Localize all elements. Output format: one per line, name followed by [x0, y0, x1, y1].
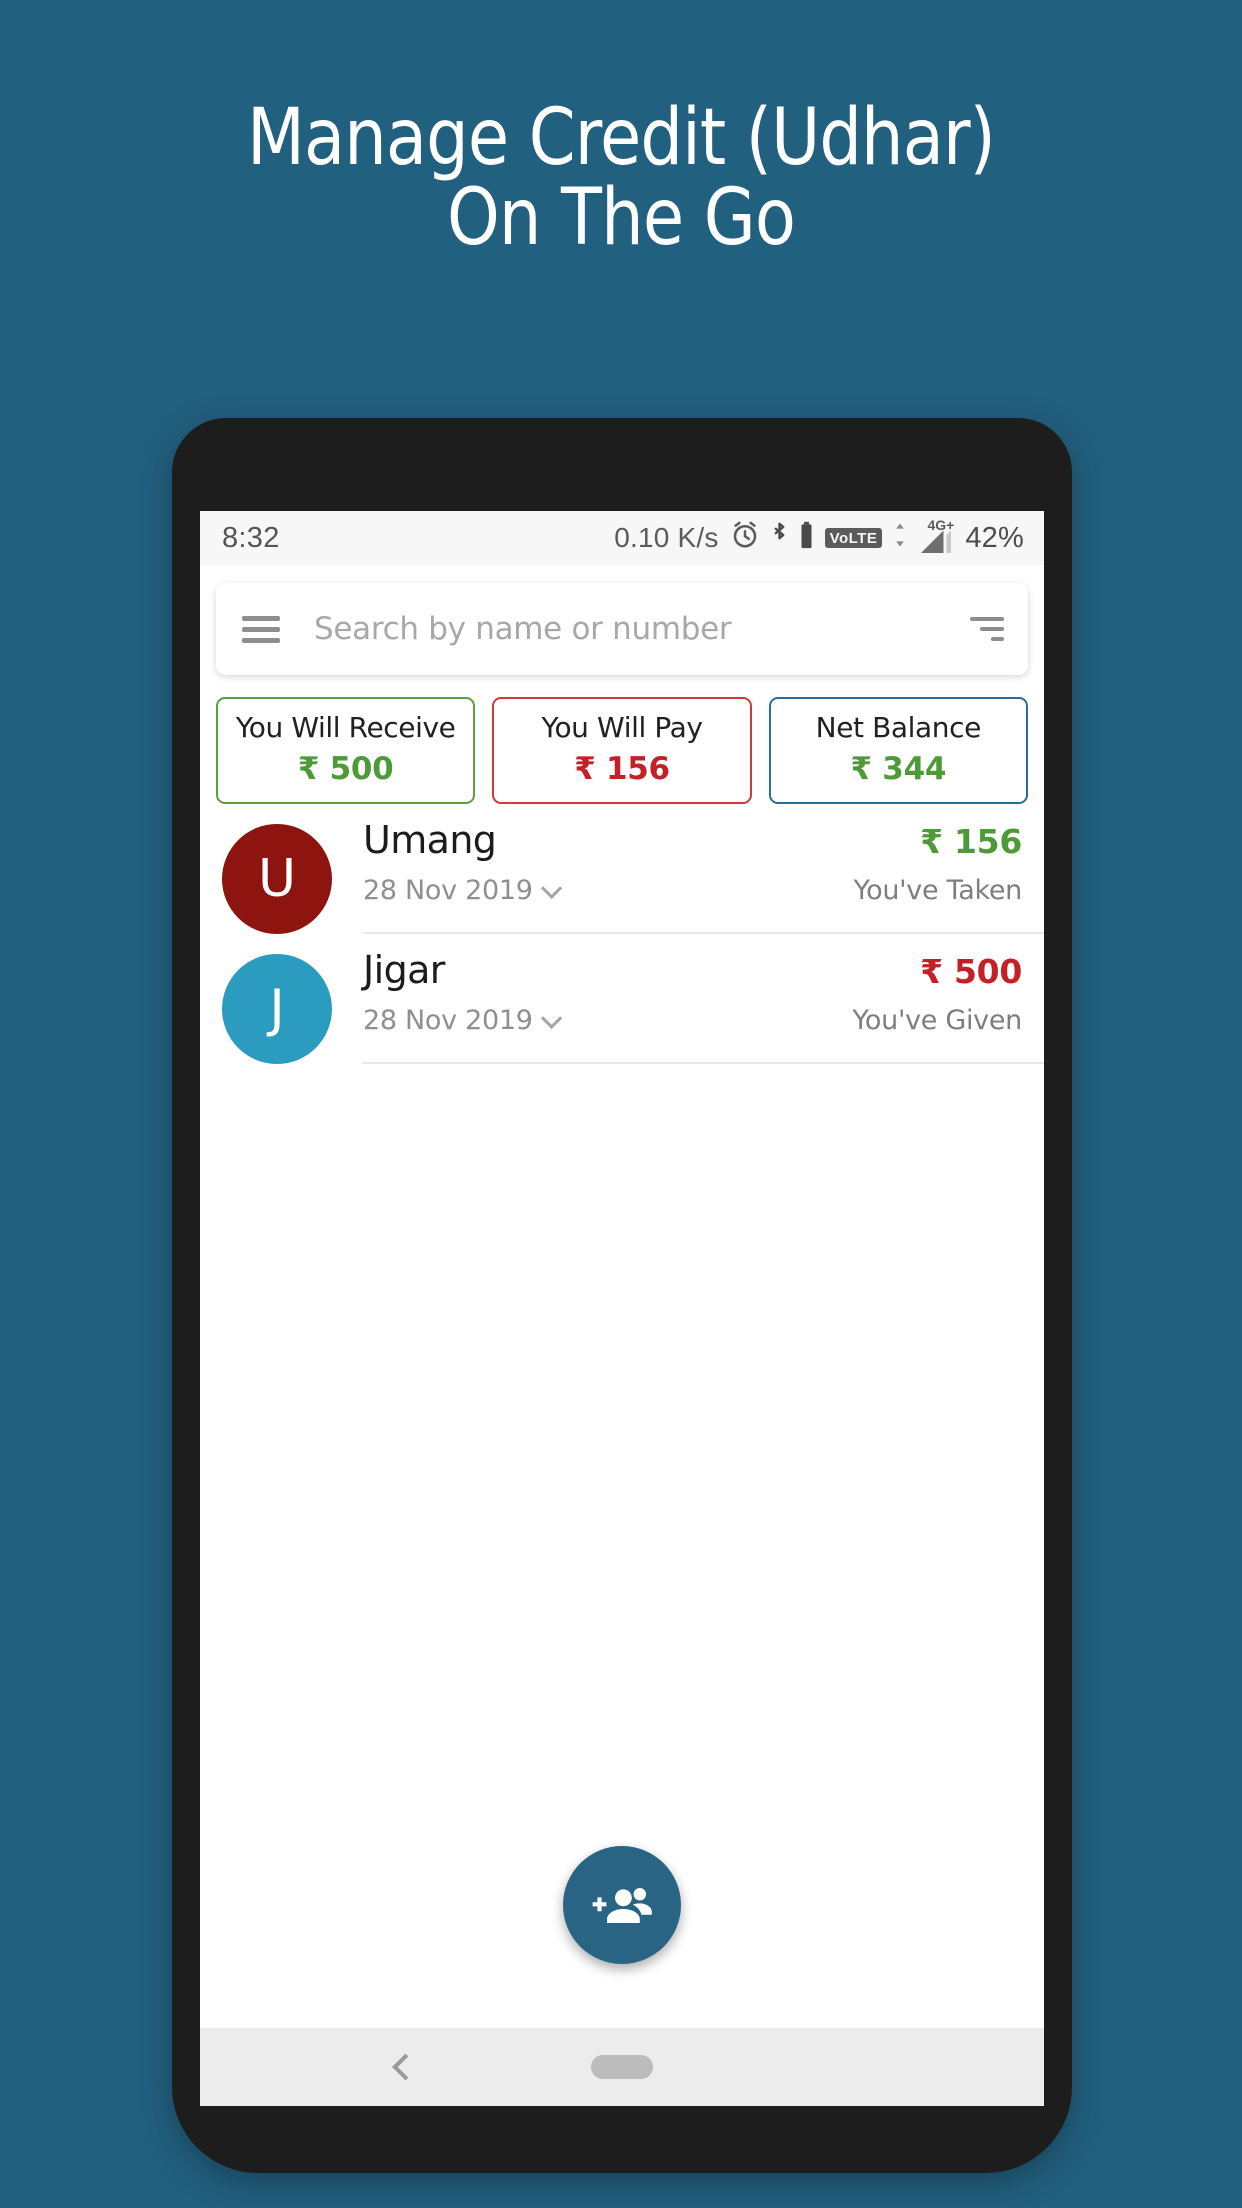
search-input[interactable]: Search by name or number	[314, 611, 970, 647]
contact-amount: ₹ 500	[920, 952, 1022, 992]
add-people-icon	[592, 1888, 652, 1923]
contact-amount: ₹ 156	[920, 822, 1022, 862]
chip-label: You Will Pay	[541, 711, 703, 744]
contact-list: U Umang ₹ 156 28 Nov 2019 You've Taken J…	[200, 804, 1044, 2028]
contact-date: 28 Nov 2019	[363, 875, 562, 907]
search-bar-container: Search by name or number	[200, 565, 1044, 675]
data-arrows-icon	[893, 521, 907, 556]
contact-date-text: 28 Nov 2019	[363, 1005, 533, 1037]
home-pill-icon[interactable]	[591, 2055, 653, 2079]
contact-date-text: 28 Nov 2019	[363, 875, 533, 907]
back-chevron-icon[interactable]	[392, 2053, 419, 2081]
chip-label: Net Balance	[815, 711, 982, 744]
contact-date: 28 Nov 2019	[363, 1005, 562, 1037]
contact-status: You've Given	[852, 1005, 1022, 1037]
chip-value: ₹ 344	[850, 751, 947, 788]
hamburger-menu-icon[interactable]	[242, 610, 280, 649]
status-bar: 8:32 0.10 K/s VoLTE 4G+ 42%	[200, 511, 1044, 565]
android-nav-bar	[200, 2028, 1044, 2106]
contact-status: You've Taken	[853, 875, 1023, 907]
filter-sort-icon[interactable]	[970, 611, 1004, 647]
promo-headline: Manage Credit (Udhar) On The Go	[246, 93, 996, 264]
contact-name: Jigar	[363, 948, 445, 993]
chip-you-will-receive[interactable]: You Will Receive ₹ 500	[216, 697, 476, 805]
add-customer-fab[interactable]	[563, 1846, 681, 1964]
chip-label: You Will Receive	[235, 711, 456, 744]
chip-net-balance[interactable]: Net Balance ₹ 344	[768, 697, 1028, 805]
network-type-label: 4G+	[927, 517, 955, 533]
status-time: 8:32	[222, 521, 280, 554]
volte-badge: VoLTE	[824, 528, 883, 548]
battery-percent-label: 42%	[965, 521, 1024, 554]
list-item[interactable]: J Jigar ₹ 500 28 Nov 2019 You've Given	[200, 934, 1044, 1065]
bluetooth-icon	[771, 520, 788, 557]
chip-value: ₹ 156	[574, 751, 670, 788]
signal-bars-icon: 4G+	[918, 517, 955, 556]
phone-mockup: 8:32 0.10 K/s VoLTE 4G+ 42% Search by na…	[172, 418, 1072, 2173]
chip-value: ₹ 500	[297, 751, 394, 788]
chevron-down-icon	[540, 1007, 562, 1030]
avatar: J	[222, 954, 332, 1065]
list-item[interactable]: U Umang ₹ 156 28 Nov 2019 You've Taken	[200, 804, 1044, 935]
phone-screen: 8:32 0.10 K/s VoLTE 4G+ 42% Search by na…	[200, 511, 1044, 2106]
chip-you-will-pay[interactable]: You Will Pay ₹ 156	[492, 697, 752, 805]
alarm-clock-icon	[730, 520, 760, 557]
network-speed-label: 0.10 K/s	[614, 522, 719, 553]
battery-icon	[799, 520, 814, 557]
contact-name: Umang	[363, 818, 497, 863]
search-bar[interactable]: Search by name or number	[216, 583, 1028, 675]
summary-chips: You Will Receive ₹ 500 You Will Pay ₹ 15…	[200, 675, 1044, 805]
chevron-down-icon	[540, 877, 562, 900]
avatar: U	[222, 824, 332, 935]
